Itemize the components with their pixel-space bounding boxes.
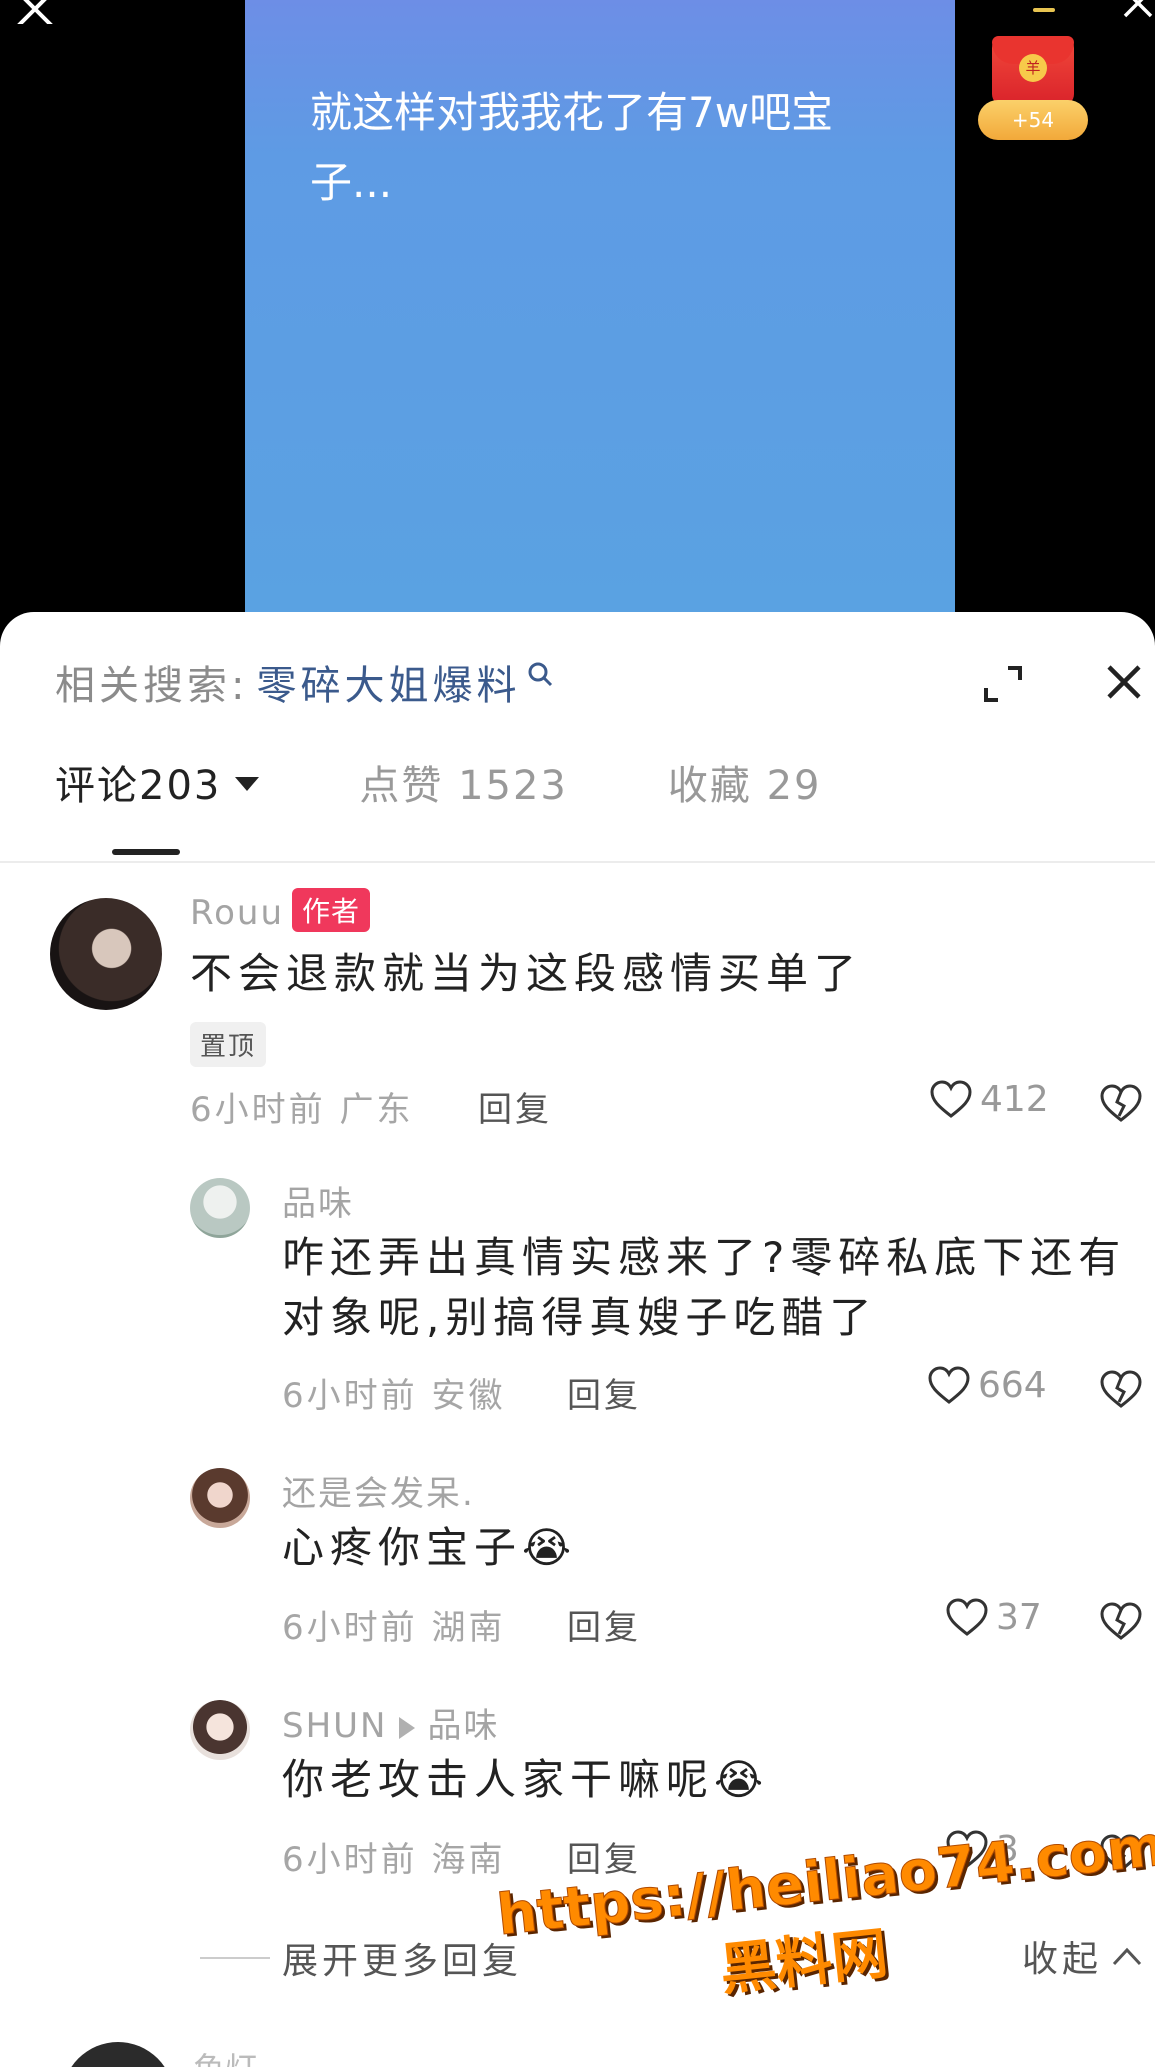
- red-packet-icon: 羊: [992, 36, 1074, 106]
- avatar[interactable]: [62, 2042, 174, 2067]
- comment-text: 不会退款就当为这段感情买单了: [190, 949, 863, 998]
- tab-comments[interactable]: 评论203: [55, 753, 260, 811]
- video-caption: 就这样对我我花了有7w吧宝子...: [310, 88, 834, 207]
- like-button[interactable]: 37: [944, 1596, 1042, 1638]
- expand-more-replies[interactable]: 展开更多回复: [200, 1932, 522, 1984]
- divider: [200, 1957, 270, 1959]
- related-search-keyword[interactable]: 零碎大姐爆料: [256, 653, 520, 711]
- fullscreen-icon[interactable]: [982, 662, 1026, 706]
- close-icon[interactable]: [1104, 662, 1144, 702]
- crying-emoji-icon: 😭: [522, 1523, 578, 1572]
- video-player[interactable]: 就这样对我我花了有7w吧宝子... 羊 +54: [0, 0, 1155, 620]
- reply-arrow-icon: [399, 1717, 416, 1739]
- tab-indicator: [112, 849, 180, 855]
- like-button[interactable]: 412: [928, 1078, 1049, 1120]
- comment-username[interactable]: 鱼灯: [193, 2044, 257, 2067]
- decoration: [1033, 8, 1055, 12]
- like-count: 37: [996, 1596, 1042, 1638]
- comment-meta: 6小时前 广东: [190, 1090, 414, 1130]
- broken-heart-icon[interactable]: [1098, 1080, 1144, 1124]
- caret-down-icon: [235, 777, 260, 791]
- tab-favorites[interactable]: 收藏 29: [668, 753, 822, 811]
- heart-icon: [928, 1366, 970, 1404]
- comment-text: 咋还弄出真情实感来了?零碎私底下还有 对象呢,别搞得真嫂子吃醋了: [282, 1233, 1127, 1342]
- broken-heart-icon[interactable]: [1098, 1598, 1144, 1642]
- comment-username[interactable]: 还是会发呆.: [282, 1466, 475, 1515]
- avatar[interactable]: [190, 1700, 250, 1760]
- comment-tabs: 评论203 点赞 1523 收藏 29: [55, 752, 922, 812]
- red-packet-coin: 羊: [1019, 54, 1047, 82]
- red-packet-reward: +54: [978, 100, 1088, 140]
- video-frame: 就这样对我我花了有7w吧宝子...: [245, 0, 955, 620]
- like-count: 664: [978, 1364, 1047, 1406]
- comment-username[interactable]: SHUN 品味: [282, 1698, 499, 1747]
- reply-button[interactable]: 回复: [478, 1082, 552, 1131]
- comment-text: 心疼你宝子😭: [282, 1523, 578, 1572]
- chevron-up-icon: [1112, 1947, 1142, 1966]
- like-button[interactable]: 664: [926, 1364, 1047, 1406]
- comment-meta: 6小时前 海南: [282, 1840, 506, 1880]
- author-badge: 作者: [292, 888, 371, 932]
- red-packet-widget[interactable]: 羊 +54: [978, 36, 1088, 144]
- like-count: 412: [980, 1078, 1049, 1120]
- reply-button[interactable]: 回复: [567, 1600, 641, 1649]
- close-icon[interactable]: [1121, 0, 1155, 22]
- comment-meta: 6小时前 湖南: [282, 1608, 506, 1648]
- comment-sheet: 相关搜索: 零碎大姐爆料 评论203 点赞 1523 收藏 29 Rouu 作者 …: [0, 612, 1155, 2067]
- comment-username[interactable]: 品味: [282, 1176, 354, 1225]
- search-icon: [528, 662, 553, 687]
- crying-emoji-icon: 😭: [714, 1755, 770, 1804]
- avatar[interactable]: [190, 1468, 250, 1528]
- pinned-badge: 置顶: [190, 1022, 267, 1067]
- heart-icon: [946, 1598, 988, 1636]
- related-search-label: 相关搜索:: [55, 663, 249, 709]
- comment-text: 你老攻击人家干嘛呢😭: [282, 1755, 770, 1804]
- divider: [0, 861, 1155, 863]
- comment-meta: 6小时前 安徽: [282, 1376, 506, 1416]
- comment-username[interactable]: Rouu 作者: [190, 888, 371, 933]
- tab-likes[interactable]: 点赞 1523: [359, 753, 568, 811]
- avatar[interactable]: [50, 898, 162, 1010]
- reply-button[interactable]: 回复: [567, 1368, 641, 1417]
- close-icon[interactable]: [12, 0, 58, 24]
- heart-icon: [930, 1080, 972, 1118]
- related-search[interactable]: 相关搜索: 零碎大姐爆料: [55, 654, 556, 710]
- broken-heart-icon[interactable]: [1098, 1366, 1144, 1410]
- avatar[interactable]: [190, 1178, 250, 1238]
